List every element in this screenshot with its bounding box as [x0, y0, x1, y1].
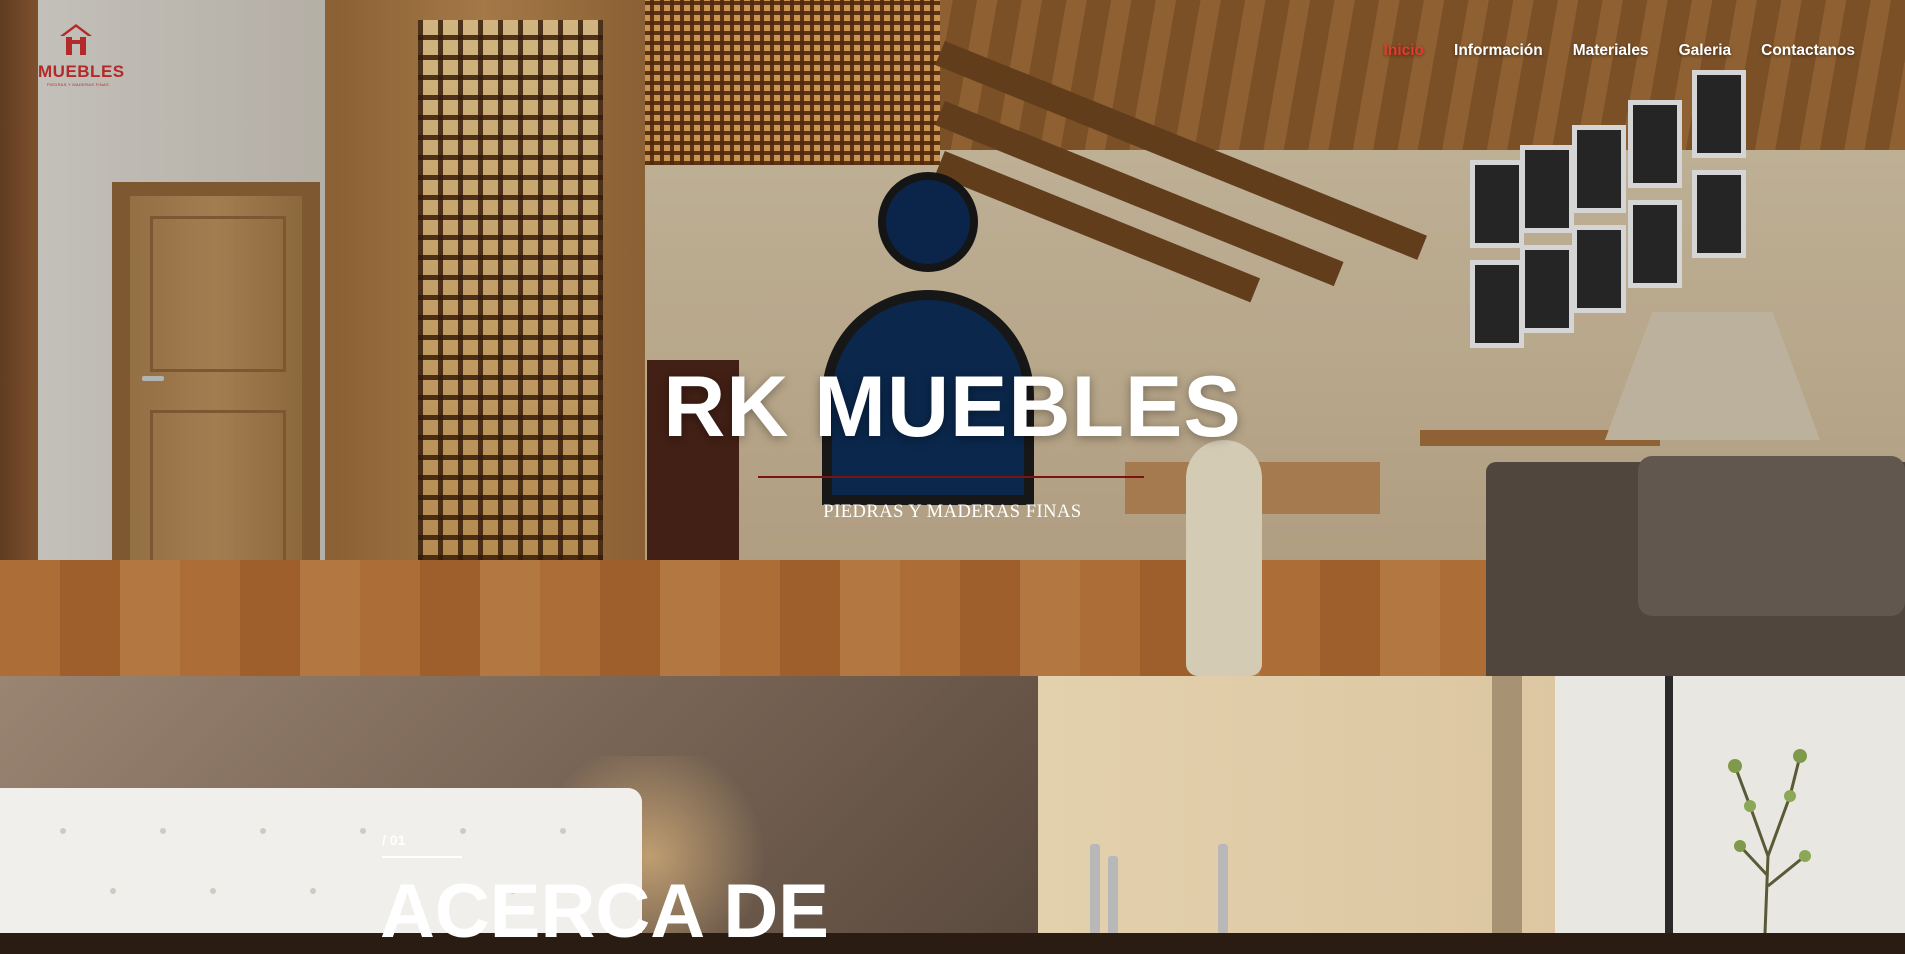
nav-item-inicio[interactable]: Inicio	[1384, 42, 1424, 60]
site-logo[interactable]: MUEBLES PIEDRAS Y MADERAS FINAS	[38, 22, 125, 92]
about-title: ACERCA DE	[380, 869, 829, 954]
hero-subtitle: PIEDRAS Y MADERAS FINAS	[823, 502, 1082, 522]
logo-house-icon	[60, 24, 92, 55]
wardrobe-handle	[1090, 844, 1100, 933]
wardrobe-handle	[1218, 844, 1228, 933]
nav-item-contactanos[interactable]: Contactanos	[1761, 42, 1855, 60]
hero-overlay	[0, 0, 1905, 676]
wardrobe-handle	[1108, 856, 1118, 933]
hero-divider	[758, 476, 1144, 478]
main-nav: Inicio Información Materiales Galeria Co…	[1384, 42, 1855, 60]
hero-section	[0, 0, 1905, 676]
plant-icon	[1728, 749, 1811, 933]
logo-wordmark: MUEBLES	[38, 62, 125, 81]
hero-title: RK MUEBLES	[663, 359, 1242, 455]
nav-item-informacion[interactable]: Información	[1454, 42, 1543, 60]
wardrobe-gap	[1492, 676, 1522, 933]
window-frame	[1665, 676, 1673, 933]
nav-item-materiales[interactable]: Materiales	[1573, 42, 1649, 60]
section-divider	[382, 856, 462, 858]
nav-item-galeria[interactable]: Galeria	[1679, 42, 1732, 60]
about-section	[0, 676, 1905, 933]
section-number: / 01	[382, 832, 406, 848]
logo-tagline: PIEDRAS Y MADERAS FINAS	[47, 82, 109, 87]
